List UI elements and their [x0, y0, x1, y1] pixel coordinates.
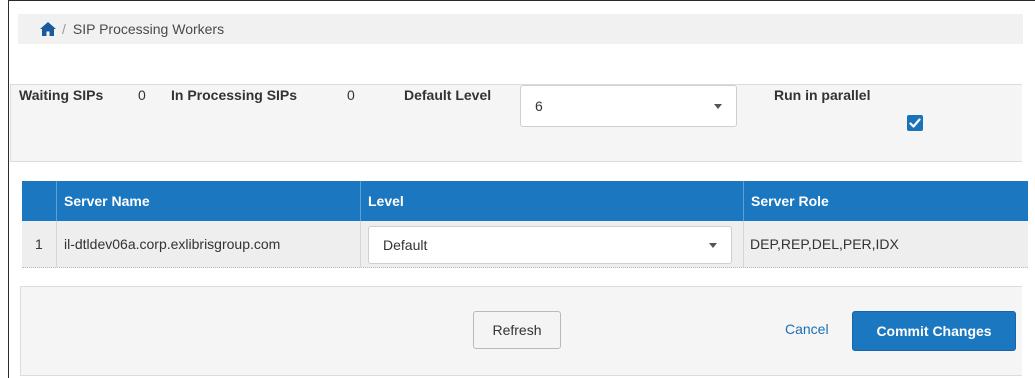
- column-header-server-name[interactable]: Server Name: [64, 181, 150, 221]
- server-name-cell: il-dtldev06a.corp.exlibrisgroup.com: [64, 236, 281, 252]
- run-parallel-label: Run in parallel: [774, 87, 871, 103]
- column-divider: [360, 221, 361, 267]
- column-header-server-role[interactable]: Server Role: [751, 181, 829, 221]
- chevron-down-icon: [709, 243, 717, 248]
- waiting-sips-value: 0: [138, 87, 146, 103]
- column-divider: [56, 181, 57, 221]
- breadcrumb-separator: /: [62, 21, 66, 37]
- chevron-down-icon: [714, 104, 722, 109]
- default-level-value: 6: [535, 98, 543, 114]
- servers-table: Server Name Level Server Role 1 il-dtlde…: [22, 181, 1028, 268]
- level-select[interactable]: Default: [368, 226, 732, 264]
- settings-panel: Waiting SIPs 0 In Processing SIPs 0 Defa…: [10, 84, 1022, 162]
- level-value: Default: [383, 237, 428, 253]
- window-border-left: [8, 0, 9, 378]
- run-parallel-checkbox[interactable]: [907, 115, 923, 131]
- cancel-link[interactable]: Cancel: [785, 321, 829, 337]
- column-divider: [360, 181, 361, 221]
- breadcrumb-current: SIP Processing Workers: [72, 21, 225, 37]
- commit-changes-button[interactable]: Commit Changes: [852, 311, 1016, 351]
- processing-sips-label: In Processing SIPs: [171, 87, 298, 103]
- table-row[interactable]: 1 il-dtldev06a.corp.exlibrisgroup.com De…: [22, 221, 1028, 268]
- processing-sips-value: 0: [347, 87, 355, 103]
- default-level-select[interactable]: 6: [520, 85, 737, 127]
- default-level-label: Default Level: [404, 87, 492, 103]
- action-bar: Refresh Cancel Commit Changes: [20, 286, 1022, 376]
- waiting-sips-label: Waiting SIPs: [19, 87, 104, 103]
- column-divider: [743, 221, 744, 267]
- window-border-top: [8, 0, 1035, 1]
- table-header: Server Name Level Server Role: [22, 181, 1028, 221]
- column-divider: [56, 221, 57, 267]
- breadcrumb: / SIP Processing Workers: [18, 14, 1023, 44]
- refresh-button[interactable]: Refresh: [473, 311, 561, 349]
- server-role-cell: DEP,REP,DEL,PER,IDX: [750, 236, 899, 252]
- column-divider: [743, 181, 744, 221]
- row-index: 1: [35, 236, 43, 252]
- column-header-level[interactable]: Level: [368, 181, 404, 221]
- home-icon[interactable]: [40, 22, 56, 36]
